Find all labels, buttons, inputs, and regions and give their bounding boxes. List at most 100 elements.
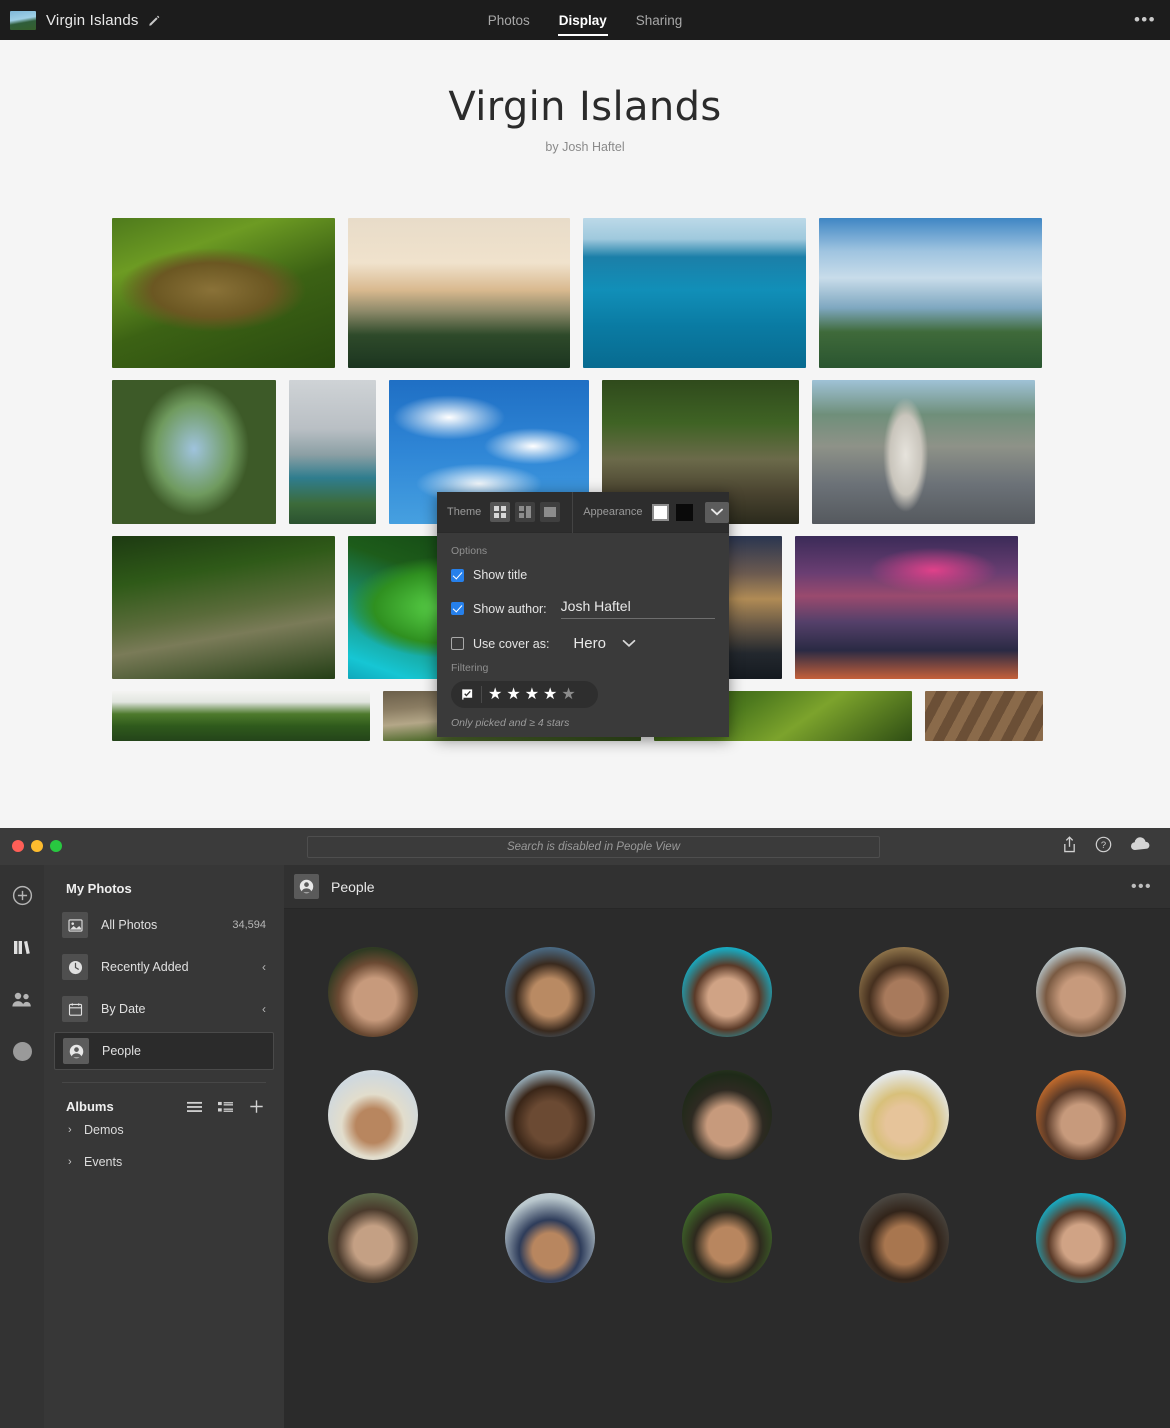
theme-single-icon[interactable] <box>540 502 561 522</box>
face-8[interactable] <box>681 1070 772 1160</box>
person-cell[interactable] <box>638 1193 815 1283</box>
person-cell[interactable] <box>816 947 993 1037</box>
chevron-left-icon[interactable]: ‹ <box>262 1002 266 1016</box>
sidebar-item-recently-added[interactable]: Recently Added ‹ <box>54 948 274 986</box>
web-gallery-topbar: Virgin Islands Photos Display Sharing ••… <box>0 0 1170 40</box>
sidebar-item-by-date[interactable]: By Date ‹ <box>54 990 274 1028</box>
popover-header: Theme Appearance <box>437 491 729 533</box>
search-input[interactable]: Search is disabled in People View <box>307 836 880 858</box>
person-cell[interactable] <box>993 1193 1170 1283</box>
face-3[interactable] <box>681 947 772 1037</box>
person-cell[interactable] <box>816 1193 993 1283</box>
minimize-button[interactable] <box>31 840 43 852</box>
person-cell[interactable] <box>816 1070 993 1160</box>
content-overflow-menu-icon[interactable]: ••• <box>1131 878 1152 894</box>
person-cell[interactable] <box>638 1070 815 1160</box>
face-15[interactable] <box>1036 1193 1127 1283</box>
star-1[interactable]: ★ <box>488 686 502 703</box>
flag-picked-icon[interactable] <box>461 688 474 701</box>
photo-harbor-town-clouds[interactable] <box>819 218 1042 368</box>
cloud-icon[interactable] <box>1130 837 1152 852</box>
chevron-right-icon[interactable]: › <box>68 1124 84 1136</box>
library-icon[interactable] <box>10 935 34 959</box>
face-13[interactable] <box>681 1193 772 1283</box>
album-row-events[interactable]: › Events <box>44 1146 284 1178</box>
tab-display[interactable]: Display <box>557 2 608 39</box>
plus-icon[interactable] <box>249 1099 264 1114</box>
content-header: People ••• <box>284 865 1170 909</box>
cover-type-value[interactable]: Hero <box>573 635 606 652</box>
list-view-icon[interactable] <box>187 1101 202 1113</box>
person-cell[interactable] <box>461 1070 638 1160</box>
author-name-input[interactable]: Josh Haftel <box>560 598 715 619</box>
star-5[interactable]: ★ <box>561 686 575 703</box>
chevron-left-icon[interactable]: ‹ <box>262 960 266 974</box>
appearance-dark-swatch[interactable] <box>675 503 693 521</box>
use-cover-as-row: Use cover as: Hero <box>451 635 715 652</box>
face-6[interactable] <box>327 1070 418 1160</box>
show-title-checkbox[interactable] <box>451 568 464 582</box>
appearance-light-swatch[interactable] <box>651 503 669 521</box>
help-icon[interactable]: ? <box>1095 836 1112 853</box>
overflow-menu-icon[interactable]: ••• <box>1134 11 1156 28</box>
sidebar-item-people[interactable]: People <box>54 1032 274 1070</box>
face-2[interactable] <box>504 947 595 1037</box>
sidebar: My Photos All Photos 34,594 Recently Add… <box>44 865 284 1428</box>
photo-wooden-structure[interactable] <box>925 691 1043 741</box>
face-10[interactable] <box>1036 1070 1127 1160</box>
photo-turquoise-sea-post[interactable] <box>583 218 806 368</box>
face-4[interactable] <box>859 947 950 1037</box>
tab-photos[interactable]: Photos <box>487 2 531 39</box>
face-14[interactable] <box>859 1193 950 1283</box>
calendar-icon <box>62 996 88 1022</box>
cover-dropdown-chevron-down-icon[interactable] <box>622 639 636 648</box>
sidebar-item-all-photos[interactable]: All Photos 34,594 <box>54 906 274 944</box>
share-icon[interactable] <box>1062 836 1077 853</box>
chevron-right-icon[interactable]: › <box>68 1156 84 1168</box>
photo-magenta-sunset-sky[interactable] <box>795 536 1018 679</box>
person-cell[interactable] <box>284 947 461 1037</box>
face-9[interactable] <box>859 1070 950 1160</box>
person-cell[interactable] <box>638 947 815 1037</box>
use-cover-as-checkbox[interactable] <box>451 637 464 650</box>
face-7[interactable] <box>504 1070 595 1160</box>
web-gallery-window: Virgin Islands Photos Display Sharing ••… <box>0 0 1170 828</box>
star-2[interactable]: ★ <box>506 686 520 703</box>
face-12[interactable] <box>504 1193 595 1283</box>
people-icon[interactable] <box>10 987 34 1011</box>
photo-iguana-in-grass[interactable] <box>112 218 335 368</box>
close-button[interactable] <box>12 840 24 852</box>
detail-view-icon[interactable] <box>218 1101 233 1113</box>
person-cell[interactable] <box>284 1070 461 1160</box>
chevron-down-icon[interactable] <box>704 501 729 523</box>
rating-filter-bar: ★ ★ ★ ★ ★ <box>451 681 598 708</box>
face-1[interactable] <box>327 947 418 1037</box>
appearance-option-group <box>651 503 693 521</box>
filter-summary-text: Only picked and ≥ 4 stars <box>451 717 570 729</box>
star-3[interactable]: ★ <box>525 686 539 703</box>
maximize-button[interactable] <box>50 840 62 852</box>
face-11[interactable] <box>327 1193 418 1283</box>
photo-treetops-sky[interactable] <box>112 691 370 741</box>
person-cell[interactable] <box>284 1193 461 1283</box>
tab-sharing[interactable]: Sharing <box>635 2 684 39</box>
person-cell[interactable] <box>993 1070 1170 1160</box>
show-author-checkbox[interactable] <box>451 602 464 615</box>
person-cell[interactable] <box>461 947 638 1037</box>
photo-stone-arch-ruin[interactable] <box>112 380 276 524</box>
photo-grey-beach-cove[interactable] <box>289 380 376 524</box>
photo-rock-cairn-shore[interactable] <box>812 380 1035 524</box>
theme-mixed-icon[interactable] <box>515 502 536 522</box>
popover-divider <box>572 491 574 533</box>
theme-grid-icon[interactable] <box>490 502 511 522</box>
photo-forest-path-vine[interactable] <box>112 536 335 679</box>
filter-divider <box>481 686 482 703</box>
person-cell[interactable] <box>993 947 1170 1037</box>
person-cell[interactable] <box>461 1193 638 1283</box>
account-avatar[interactable] <box>10 1039 34 1063</box>
add-photos-icon[interactable] <box>10 883 34 907</box>
star-4[interactable]: ★ <box>543 686 557 703</box>
photo-sunset-bay-overlook[interactable] <box>348 218 570 368</box>
album-row-demos[interactable]: › Demos <box>44 1114 284 1146</box>
face-5[interactable] <box>1036 947 1127 1037</box>
